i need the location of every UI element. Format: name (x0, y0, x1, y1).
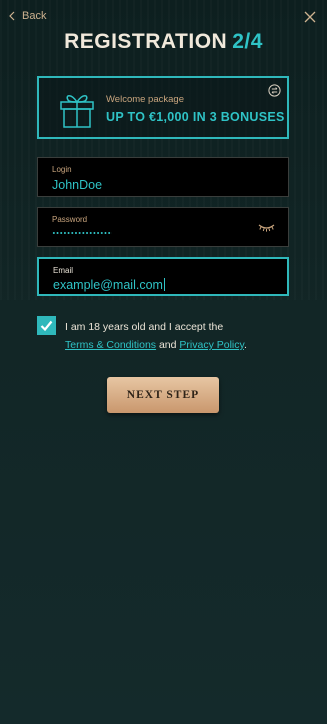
close-icon[interactable] (303, 10, 317, 24)
title-text: REGISTRATION (64, 30, 228, 53)
email-field[interactable]: Email example@mail.com (37, 257, 289, 296)
page-title: REGISTRATION 2/4 (0, 30, 327, 54)
terms-link[interactable]: Terms & Conditions (65, 339, 156, 351)
next-step-label: NEXT STEP (126, 389, 200, 401)
email-input-value[interactable]: example@mail.com (53, 278, 165, 292)
password-masked-value[interactable] (52, 232, 112, 234)
consent-end: . (243, 339, 247, 351)
email-label: Email (53, 266, 74, 275)
consent-and: and (156, 339, 180, 351)
consent-statement: I am 18 years old and I accept the (65, 321, 224, 333)
eye-closed-icon[interactable] (258, 223, 275, 232)
step-indicator: 2/4 (232, 30, 263, 53)
welcome-package-banner: Welcome package UP TO €1,000 IN 3 BONUSE… (37, 76, 289, 139)
password-field[interactable]: Password (37, 207, 289, 247)
swap-icon[interactable] (268, 84, 281, 97)
chevron-left-icon (9, 11, 15, 21)
login-field[interactable]: Login JohnDoe (37, 157, 289, 197)
age-terms-checkbox[interactable] (37, 316, 56, 335)
back-label: Back (22, 10, 47, 22)
text-caret (163, 278, 165, 291)
privacy-link[interactable]: Privacy Policy (179, 339, 244, 351)
login-value[interactable]: JohnDoe (52, 178, 102, 192)
welcome-bonus: UP TO €1,000 IN 3 BONUSES (106, 110, 285, 124)
welcome-label: Welcome package (106, 94, 184, 105)
gift-icon (60, 95, 94, 128)
checkmark-icon (40, 320, 53, 332)
consent-text: I am 18 years old and I accept the Terms… (65, 318, 295, 354)
email-value: example@mail.com (53, 278, 163, 292)
login-label: Login (52, 165, 72, 174)
password-label: Password (52, 215, 88, 224)
next-step-button[interactable]: NEXT STEP (107, 377, 219, 413)
back-button[interactable]: Back (8, 10, 46, 22)
